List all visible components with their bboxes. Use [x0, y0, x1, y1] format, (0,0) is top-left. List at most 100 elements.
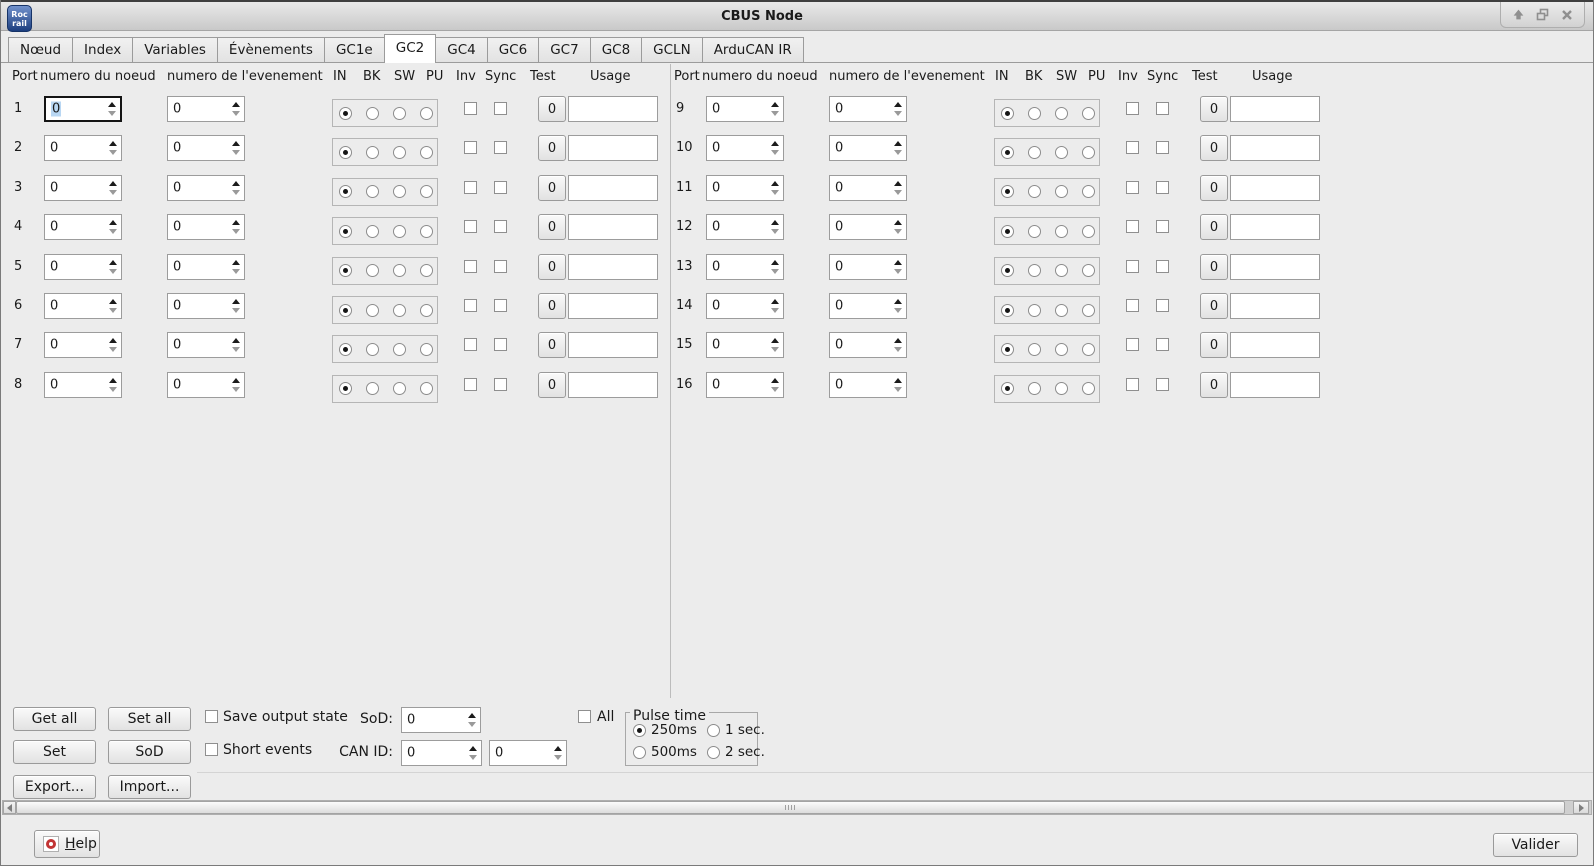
sync-checkbox-port-13[interactable]	[1156, 260, 1169, 273]
usage-input-port-3[interactable]	[568, 175, 658, 201]
usage-input-port-10[interactable]	[1230, 135, 1320, 161]
spinner-up-icon[interactable]	[469, 746, 477, 751]
inv-checkbox-port-8[interactable]	[464, 378, 477, 391]
radio-in-port-13[interactable]	[1001, 264, 1014, 277]
event-number-spinner-port-10[interactable]: 0	[829, 135, 907, 161]
event-number-spinner-port-3[interactable]: 0	[167, 175, 245, 201]
test-button-port-3[interactable]: 0	[538, 175, 566, 201]
inv-checkbox-port-13[interactable]	[1126, 260, 1139, 273]
test-button-port-7[interactable]: 0	[538, 332, 566, 358]
sync-checkbox-port-15[interactable]	[1156, 338, 1169, 351]
usage-input-port-14[interactable]	[1230, 293, 1320, 319]
get-all-button[interactable]: Get all	[13, 707, 96, 731]
test-button-port-2[interactable]: 0	[538, 135, 566, 161]
node-number-spinner-port-9[interactable]: 0	[706, 96, 784, 122]
inv-checkbox-port-5[interactable]	[464, 260, 477, 273]
spinner-down-icon[interactable]	[232, 308, 240, 313]
spinner-down-icon[interactable]	[109, 308, 117, 313]
can-id-spinner-2[interactable]: 0	[489, 740, 567, 766]
radio-bk-port-4[interactable]	[366, 225, 379, 238]
sync-checkbox-port-11[interactable]	[1156, 181, 1169, 194]
radio-bk-port-16[interactable]	[1028, 382, 1041, 395]
spinner-down-icon[interactable]	[109, 347, 117, 352]
event-number-spinner-port-11[interactable]: 0	[829, 175, 907, 201]
spinner-up-icon[interactable]	[771, 299, 779, 304]
spinner-down-icon[interactable]	[554, 755, 562, 760]
spinner-down-icon[interactable]	[771, 150, 779, 155]
spinner-down-icon[interactable]	[232, 387, 240, 392]
spinner-down-icon[interactable]	[894, 347, 902, 352]
spinner-up-icon[interactable]	[468, 713, 476, 718]
radio-pu-port-9[interactable]	[1082, 107, 1095, 120]
radio-pu-port-13[interactable]	[1082, 264, 1095, 277]
inv-checkbox-port-14[interactable]	[1126, 299, 1139, 312]
node-number-spinner-port-16[interactable]: 0	[706, 372, 784, 398]
save-output-state-checkbox[interactable]	[205, 710, 218, 723]
tab-n-ud[interactable]: Nœud	[8, 37, 73, 63]
radio-in-port-8[interactable]	[339, 382, 352, 395]
spinner-up-icon[interactable]	[554, 746, 562, 751]
radio-pu-port-15[interactable]	[1082, 343, 1095, 356]
inv-checkbox-port-2[interactable]	[464, 141, 477, 154]
node-number-spinner-port-14[interactable]: 0	[706, 293, 784, 319]
test-button-port-14[interactable]: 0	[1200, 293, 1228, 319]
inv-checkbox-port-10[interactable]	[1126, 141, 1139, 154]
radio-sw-port-8[interactable]	[393, 382, 406, 395]
tab-index[interactable]: Index	[72, 37, 133, 63]
scroll-left-button[interactable]	[3, 801, 16, 814]
usage-input-port-5[interactable]	[568, 254, 658, 280]
spinner-up-icon[interactable]	[109, 220, 117, 225]
spinner-up-icon[interactable]	[109, 338, 117, 343]
node-number-spinner-port-13[interactable]: 0	[706, 254, 784, 280]
usage-input-port-15[interactable]	[1230, 332, 1320, 358]
test-button-port-16[interactable]: 0	[1200, 372, 1228, 398]
radio-bk-port-6[interactable]	[366, 304, 379, 317]
radio-in-port-12[interactable]	[1001, 225, 1014, 238]
spinner-down-icon[interactable]	[894, 190, 902, 195]
can-id-spinner[interactable]: 0	[401, 740, 482, 766]
tab-gc7[interactable]: GC7	[538, 37, 590, 63]
tab-gc4[interactable]: GC4	[435, 37, 487, 63]
event-number-spinner-port-6[interactable]: 0	[167, 293, 245, 319]
maximize-window-icon[interactable]	[1535, 8, 1550, 22]
spinner-up-icon[interactable]	[894, 102, 902, 107]
radio-pu-port-16[interactable]	[1082, 382, 1095, 395]
spinner-up-icon[interactable]	[771, 102, 779, 107]
radio-in-port-4[interactable]	[339, 225, 352, 238]
sync-checkbox-port-4[interactable]	[494, 220, 507, 233]
usage-input-port-1[interactable]	[568, 96, 658, 122]
event-number-spinner-port-8[interactable]: 0	[167, 372, 245, 398]
help-button[interactable]: Help	[34, 830, 100, 858]
tab-v-nements[interactable]: Évènements	[217, 37, 325, 63]
radio-pu-port-10[interactable]	[1082, 146, 1095, 159]
radio-sw-port-13[interactable]	[1055, 264, 1068, 277]
radio-in-port-10[interactable]	[1001, 146, 1014, 159]
radio-bk-port-5[interactable]	[366, 264, 379, 277]
radio-pu-port-8[interactable]	[420, 382, 433, 395]
short-events-checkbox[interactable]	[205, 743, 218, 756]
horizontal-scrollbar[interactable]	[2, 800, 1592, 815]
radio-sw-port-6[interactable]	[393, 304, 406, 317]
event-number-spinner-port-13[interactable]: 0	[829, 254, 907, 280]
tab-gc6[interactable]: GC6	[487, 37, 539, 63]
radio-pu-port-3[interactable]	[420, 185, 433, 198]
inv-checkbox-port-4[interactable]	[464, 220, 477, 233]
radio-pu-port-5[interactable]	[420, 264, 433, 277]
radio-bk-port-15[interactable]	[1028, 343, 1041, 356]
sync-checkbox-port-5[interactable]	[494, 260, 507, 273]
spinner-down-icon[interactable]	[109, 269, 117, 274]
scroll-right-button[interactable]	[1573, 801, 1589, 814]
spinner-up-icon[interactable]	[771, 260, 779, 265]
spinner-up-icon[interactable]	[771, 338, 779, 343]
radio-sw-port-16[interactable]	[1055, 382, 1068, 395]
spinner-down-icon[interactable]	[894, 387, 902, 392]
event-number-spinner-port-5[interactable]: 0	[167, 254, 245, 280]
inv-checkbox-port-7[interactable]	[464, 338, 477, 351]
tab-gc1e[interactable]: GC1e	[324, 37, 385, 63]
spinner-up-icon[interactable]	[109, 181, 117, 186]
spinner-down-icon[interactable]	[771, 347, 779, 352]
radio-sw-port-2[interactable]	[393, 146, 406, 159]
spinner-up-icon[interactable]	[108, 102, 116, 107]
spinner-up-icon[interactable]	[894, 141, 902, 146]
all-checkbox[interactable]	[578, 710, 591, 723]
